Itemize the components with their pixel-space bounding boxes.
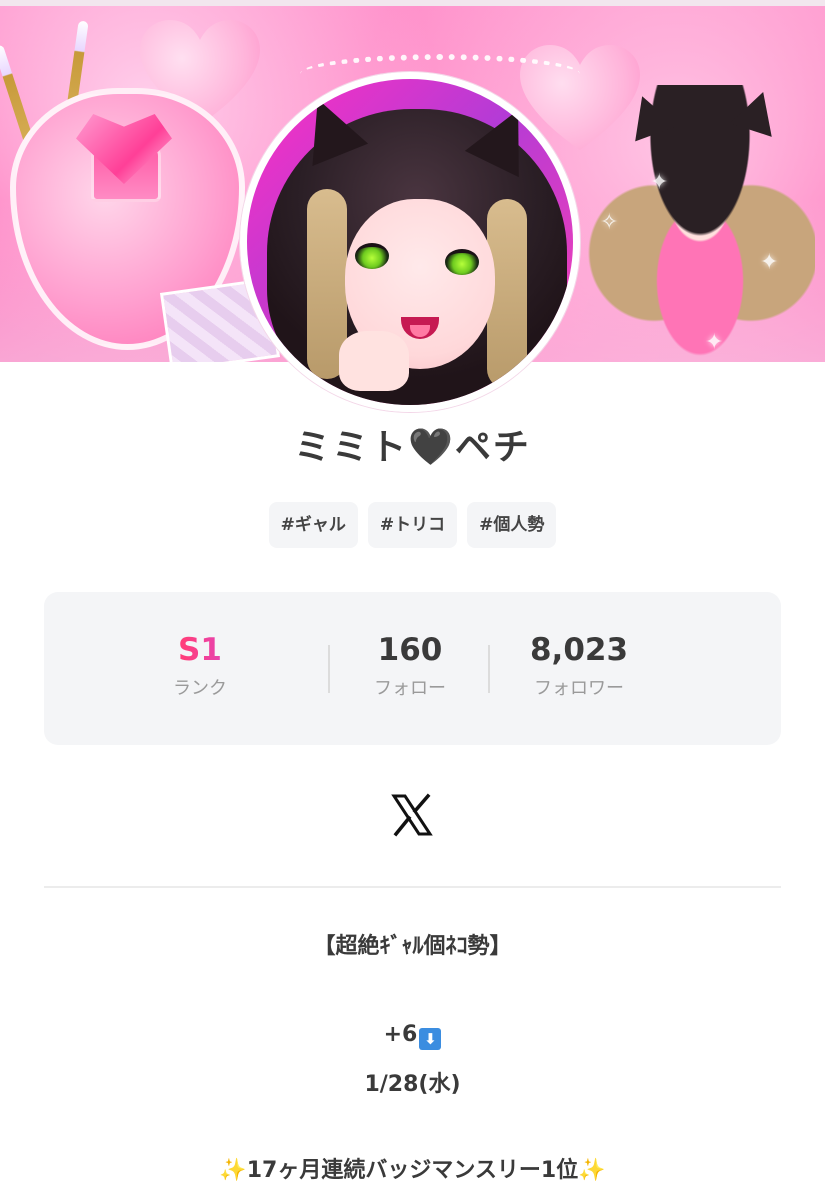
avatar-tongue xyxy=(410,325,430,337)
profile-name: ミミト🖤ペチ xyxy=(294,427,531,468)
stat-rank: S1 ランク xyxy=(120,630,280,700)
avatar-peace-hand xyxy=(339,331,409,391)
tag-chip[interactable]: #トリコ xyxy=(367,502,458,548)
followers-label: フォロワー xyxy=(534,678,624,699)
avatar-mouth xyxy=(401,317,439,339)
cat-ear xyxy=(621,88,677,142)
down-arrow-box-icon: ⬇ xyxy=(419,1028,442,1050)
banner-top-edge xyxy=(0,0,825,6)
sparkles-icon: ✨ xyxy=(578,1158,606,1183)
bio-line: ✨17ヶ月連続バッジマンスリー1位✨ xyxy=(0,1152,825,1184)
sparkle-icon: ✦ xyxy=(705,330,724,355)
stat-followers[interactable]: 8,023 フォロワー xyxy=(499,630,659,700)
stat-divider xyxy=(488,645,490,693)
profile-avatar[interactable] xyxy=(240,72,580,412)
x-logo-svg xyxy=(391,793,433,837)
bio-line: +6 ⬇ xyxy=(0,1022,825,1050)
tag-list: #ギャル #トリコ #個人勢 xyxy=(0,502,825,548)
followers-count: 8,023 xyxy=(529,632,629,668)
cat-ear xyxy=(729,85,785,137)
stats-card: S1 ランク 160 フォロー 8,023 フォロワー xyxy=(44,592,781,745)
rank-value: S1 xyxy=(120,630,280,670)
avatar-eye xyxy=(355,243,389,269)
character-illustration-right xyxy=(585,85,815,362)
tag-chip[interactable]: #ギャル xyxy=(268,502,358,548)
bio-line: 【超絶ｷﾞｬﾙ個ﾈｺ勢】 xyxy=(313,934,512,959)
section-divider xyxy=(44,886,781,888)
bio-rank-change: +6 xyxy=(383,1022,418,1047)
following-count: 160 xyxy=(377,632,443,668)
bio-line: 1/28(水) xyxy=(364,1072,461,1097)
sparkle-icon: ✦ xyxy=(650,170,669,195)
sparkles-icon: ✨ xyxy=(219,1158,247,1183)
bio-achievement: 17ヶ月連続バッジマンスリー1位 xyxy=(246,1158,579,1183)
sparkle-icon: ✦ xyxy=(760,250,779,275)
following-label: フォロー xyxy=(374,678,446,699)
rank-label: ランク xyxy=(173,678,227,699)
avatar-eye xyxy=(445,249,479,275)
tag-chip[interactable]: #個人勢 xyxy=(467,502,557,548)
x-logo-icon[interactable] xyxy=(390,793,434,837)
sparkle-icon: ✧ xyxy=(600,210,619,235)
stat-following[interactable]: 160 フォロー xyxy=(330,630,490,700)
